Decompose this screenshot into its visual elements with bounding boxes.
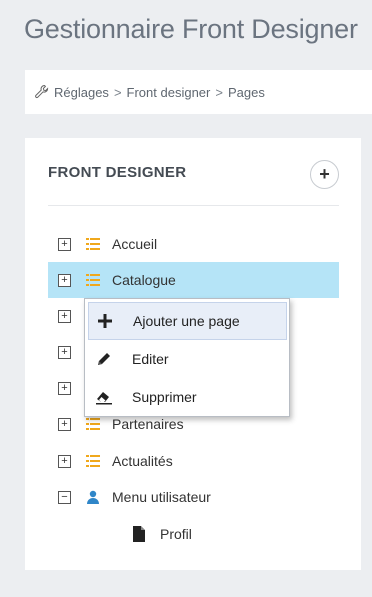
- wrench-icon: [35, 84, 49, 99]
- pencil-icon: [96, 351, 112, 367]
- page-title: Gestionnaire Front Designer: [24, 14, 358, 44]
- breadcrumb-item-pages: Pages: [227, 84, 265, 100]
- file-icon: [133, 526, 145, 542]
- expand-toggle[interactable]: +: [58, 345, 71, 359]
- breadcrumb: Réglages > Front designer > Pages: [25, 70, 372, 114]
- collapse-toggle[interactable]: −: [58, 490, 71, 504]
- tree-item-label: Catalogue: [112, 272, 176, 288]
- expand-toggle[interactable]: +: [58, 454, 71, 468]
- tree-item-label: Accueil: [112, 236, 158, 252]
- breadcrumb-separator: >: [113, 84, 122, 100]
- tree-item-catalogue[interactable]: + Catalogue: [48, 262, 339, 298]
- tree-item-menu-utilisateur[interactable]: − Menu utilisateur: [48, 479, 363, 515]
- expand-toggle[interactable]: +: [58, 417, 71, 431]
- breadcrumb-separator: >: [215, 84, 223, 100]
- expand-toggle[interactable]: +: [58, 273, 71, 287]
- add-page-button[interactable]: +: [310, 160, 339, 189]
- list-icon: [86, 274, 100, 286]
- expand-toggle[interactable]: +: [58, 237, 71, 251]
- user-icon: [87, 490, 99, 504]
- tree-item-label: Actualités: [112, 453, 173, 469]
- menu-item-editer[interactable]: Editer: [88, 340, 287, 378]
- list-icon: [86, 455, 100, 467]
- expand-toggle[interactable]: +: [58, 309, 71, 323]
- menu-item-supprimer[interactable]: Supprimer: [88, 378, 287, 416]
- tree-item-accueil[interactable]: + Accueil: [48, 226, 363, 262]
- tree-item-actualites[interactable]: + Actualités: [48, 443, 363, 479]
- eraser-icon: [96, 389, 112, 405]
- menu-item-label: Editer: [132, 351, 169, 367]
- list-icon: [86, 418, 100, 430]
- menu-item-label: Supprimer: [132, 389, 197, 405]
- tree-item-label: Menu utilisateur: [112, 489, 211, 505]
- tree-item-label: Profil: [160, 526, 192, 542]
- tree-item-profil[interactable]: Profil: [132, 516, 332, 552]
- panel-title: FRONT DESIGNER: [48, 164, 187, 181]
- menu-item-label: Ajouter une page: [133, 313, 240, 329]
- context-menu: Ajouter une page Editer Supprimer: [84, 298, 290, 417]
- breadcrumb-item-front-designer[interactable]: Front designer: [127, 85, 211, 100]
- plus-icon: [97, 313, 113, 329]
- panel-header: FRONT DESIGNER +: [48, 160, 339, 206]
- breadcrumb-item-reglages[interactable]: Réglages: [54, 85, 109, 100]
- tree-item-label: Partenaires: [112, 416, 184, 432]
- list-icon: [86, 238, 100, 250]
- menu-item-ajouter-page[interactable]: Ajouter une page: [88, 302, 287, 340]
- expand-toggle[interactable]: +: [58, 381, 71, 395]
